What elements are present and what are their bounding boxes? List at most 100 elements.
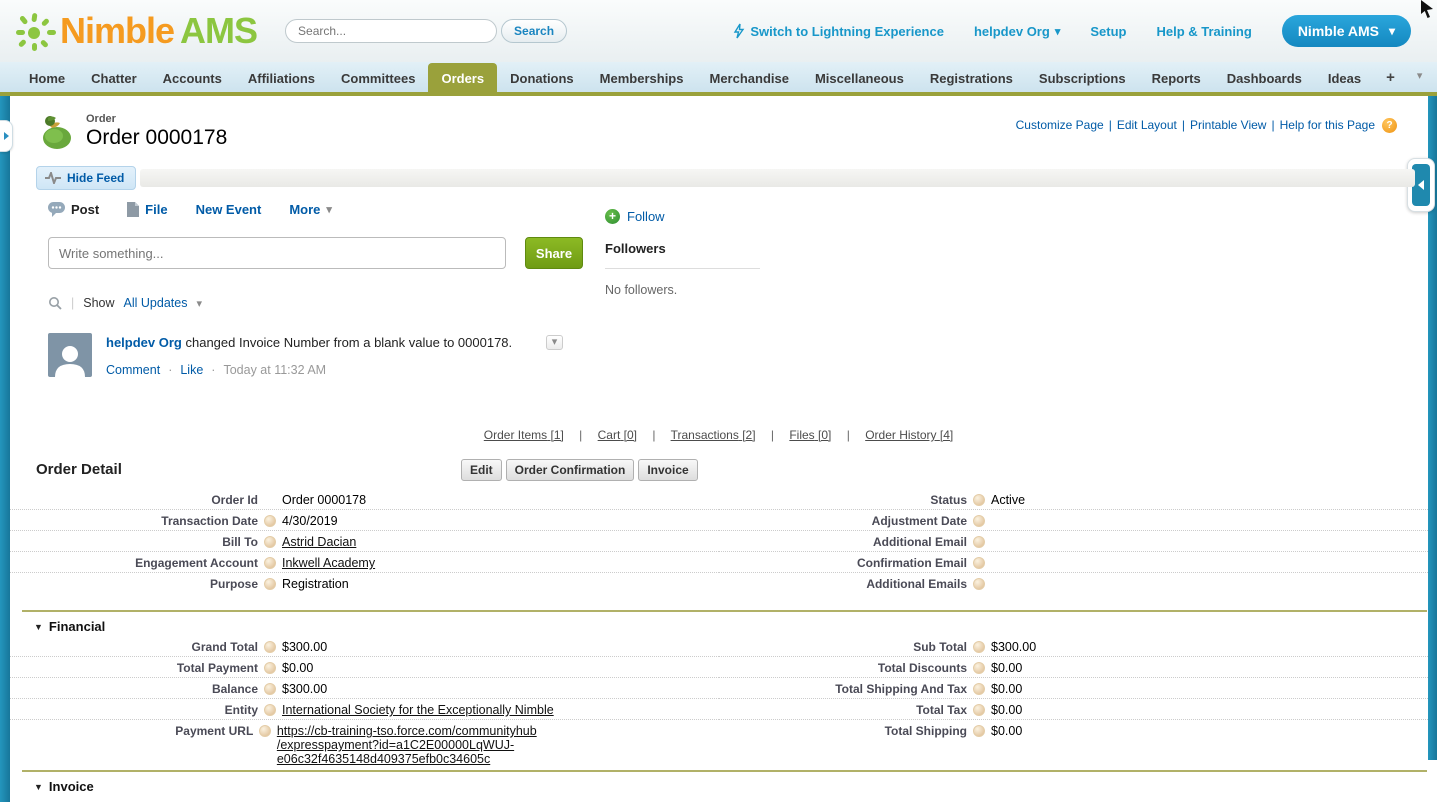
feed-filter-select[interactable]: All Updates [124, 296, 188, 310]
balance-value: $300.00 [282, 681, 327, 696]
related-transactions-link[interactable]: Transactions [2] [671, 428, 756, 442]
help-icon[interactable] [973, 536, 985, 548]
status-value: Active [991, 492, 1025, 507]
related-cart-link[interactable]: Cart [0] [598, 428, 637, 442]
help-icon[interactable] [973, 683, 985, 695]
tab-ideas[interactable]: Ideas [1315, 64, 1374, 92]
edit-layout-link[interactable]: Edit Layout [1117, 118, 1177, 132]
related-order-history-link[interactable]: Order History [4] [865, 428, 953, 442]
related-order-items-link[interactable]: Order Items [1] [484, 428, 564, 442]
tab-memberships[interactable]: Memberships [587, 64, 697, 92]
feed-pulse-icon [45, 172, 61, 184]
no-followers-text: No followers. [605, 283, 760, 297]
help-icon[interactable] [264, 557, 276, 569]
global-search-input[interactable] [285, 19, 497, 43]
chevron-left-icon [1418, 180, 1424, 190]
order-confirmation-button[interactable]: Order Confirmation [506, 459, 635, 481]
tab-committees[interactable]: Committees [328, 64, 428, 92]
engagement-account-link[interactable]: Inkwell Academy [282, 555, 375, 570]
help-training-link[interactable]: Help & Training [1156, 24, 1251, 39]
tab-accounts[interactable]: Accounts [150, 64, 235, 92]
related-files-link[interactable]: Files [0] [789, 428, 831, 442]
help-icon[interactable] [973, 515, 985, 527]
bill-to-link[interactable]: Astrid Dacian [282, 534, 356, 549]
help-icon[interactable] [264, 704, 276, 716]
help-icon[interactable] [973, 641, 985, 653]
user-org-menu[interactable]: helpdev Org [974, 24, 1060, 39]
main-tab-bar: Home Chatter Accounts Affiliations Commi… [0, 62, 1437, 96]
help-icon[interactable] [264, 578, 276, 590]
feed-item-menu-button[interactable] [546, 335, 563, 350]
add-tab-plus-icon[interactable]: + [1374, 63, 1407, 92]
tab-orders[interactable]: Orders [428, 63, 497, 92]
help-icon[interactable] [264, 515, 276, 527]
customize-page-link[interactable]: Customize Page [1016, 118, 1104, 132]
field-bill-to: Bill To Astrid Dacian [10, 531, 719, 552]
help-icon[interactable] [973, 494, 985, 506]
field-total-discounts: Total Discounts $0.00 [719, 657, 1428, 678]
field-total-payment: Total Payment $0.00 [10, 657, 719, 678]
help-for-this-page-link[interactable]: Help for this Page [1280, 118, 1375, 132]
tab-reports[interactable]: Reports [1139, 64, 1214, 92]
tab-miscellaneous[interactable]: Miscellaneous [802, 64, 917, 92]
invoice-section-header[interactable]: ▼ Invoice [22, 772, 1427, 794]
switch-to-lightning-link[interactable]: Switch to Lightning Experience [733, 23, 944, 39]
tab-subscriptions[interactable]: Subscriptions [1026, 64, 1139, 92]
edit-button[interactable]: Edit [461, 459, 502, 481]
field-adjustment-date: Adjustment Date [719, 510, 1428, 531]
all-tabs-chevron-icon[interactable] [1407, 60, 1433, 92]
help-icon[interactable] [264, 683, 276, 695]
feed-more-menu[interactable]: More [289, 202, 332, 217]
field-entity: Entity International Society for the Exc… [10, 699, 719, 720]
help-icon[interactable] [973, 725, 985, 737]
avatar[interactable] [48, 333, 92, 377]
follow-link[interactable]: Follow [627, 209, 665, 224]
help-icon[interactable] [973, 557, 985, 569]
like-link[interactable]: Like [180, 363, 203, 377]
field-grand-total: Grand Total $300.00 [10, 636, 719, 657]
hide-feed-button[interactable]: Hide Feed [36, 166, 136, 190]
invoice-button[interactable]: Invoice [638, 459, 697, 481]
chatter-feed: Post File New Event More Share [48, 202, 908, 377]
help-icon[interactable] [973, 662, 985, 674]
financial-section-header[interactable]: ▼ Financial [22, 612, 1427, 634]
payment-url-link[interactable]: https://cb-training-tso.force.com/commun… [277, 723, 719, 766]
tab-affiliations[interactable]: Affiliations [235, 64, 328, 92]
app-menu-button[interactable]: Nimble AMS [1282, 15, 1411, 47]
help-icon[interactable] [973, 704, 985, 716]
tab-registrations[interactable]: Registrations [917, 64, 1026, 92]
filter-chevron-icon[interactable] [196, 296, 202, 310]
related-list-shortcuts: Order Items [1] | Cart [0] | Transaction… [0, 428, 1437, 442]
entity-link[interactable]: International Society for the Exceptiona… [282, 702, 554, 717]
help-icon[interactable] [259, 725, 271, 737]
feed-composer-input[interactable] [48, 237, 506, 269]
field-transaction-date: Transaction Date 4/30/2019 [10, 510, 719, 531]
help-icon[interactable] [264, 662, 276, 674]
help-question-icon[interactable]: ? [1382, 118, 1397, 133]
feed-author-link[interactable]: helpdev Org [106, 335, 182, 350]
filter-divider: | [71, 296, 74, 310]
global-search-button[interactable]: Search [501, 19, 567, 43]
tab-chatter[interactable]: Chatter [78, 64, 150, 92]
help-icon[interactable] [264, 536, 276, 548]
feed-file-tab[interactable]: File [127, 202, 167, 217]
field-purpose: Purpose Registration [10, 573, 719, 594]
expand-left-sidebar-handle[interactable] [0, 120, 13, 152]
feed-post-tab[interactable]: Post [48, 202, 99, 217]
field-payment-url: Payment URL https://cb-training-tso.forc… [10, 720, 719, 768]
help-icon[interactable] [973, 578, 985, 590]
tab-donations[interactable]: Donations [497, 64, 587, 92]
field-engagement-account: Engagement Account Inkwell Academy [10, 552, 719, 573]
printable-view-link[interactable]: Printable View [1190, 118, 1267, 132]
tab-home[interactable]: Home [16, 64, 78, 92]
tab-dashboards[interactable]: Dashboards [1214, 64, 1315, 92]
feed-new-event-tab[interactable]: New Event [196, 202, 262, 217]
tab-merchandise[interactable]: Merchandise [696, 64, 801, 92]
setup-link[interactable]: Setup [1090, 24, 1126, 39]
share-button[interactable]: Share [525, 237, 583, 269]
help-icon[interactable] [264, 641, 276, 653]
feed-search-icon[interactable] [48, 296, 62, 310]
comment-link[interactable]: Comment [106, 363, 160, 377]
followers-divider [605, 268, 760, 269]
mouse-cursor [1419, 0, 1435, 18]
